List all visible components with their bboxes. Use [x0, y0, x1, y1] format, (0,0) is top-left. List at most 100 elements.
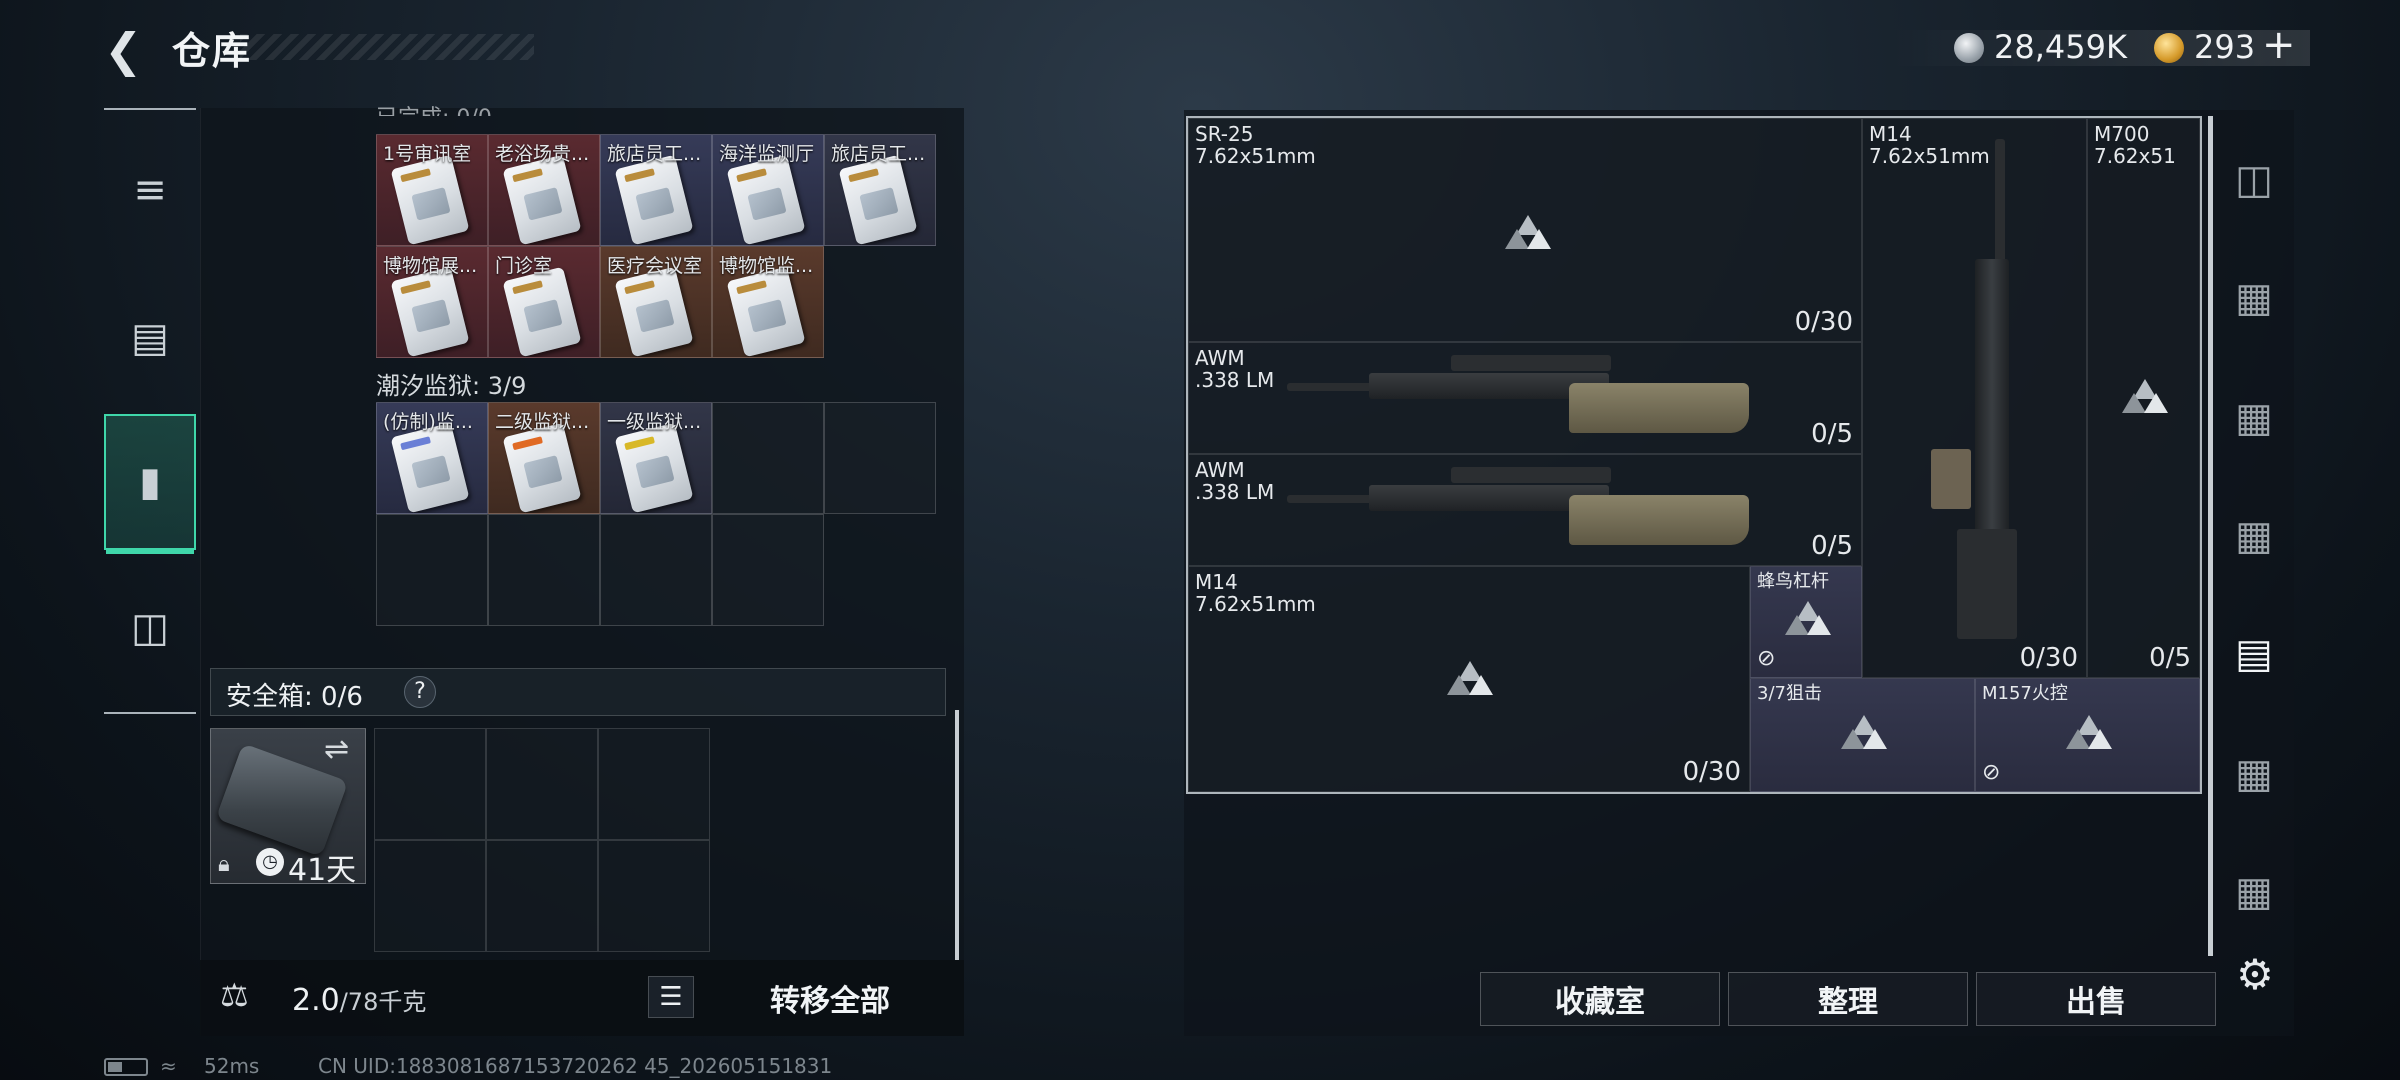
weight-icon: ⚖ [220, 976, 249, 1014]
keycard-label: 医疗会议室 [607, 255, 703, 277]
nav-backpack-icon[interactable]: ▮ [104, 414, 196, 554]
weight-current: 2.0 [292, 983, 340, 1018]
warehouse-scrollbar[interactable] [955, 710, 959, 960]
placeholder-triangles-icon [2122, 379, 2168, 413]
keycard-label: 老浴场贵... [495, 143, 590, 165]
empty-slot[interactable] [824, 402, 936, 514]
keycard-item[interactable]: 博物馆监... [712, 246, 824, 358]
keycard-label: (仿制)监... [383, 411, 473, 433]
safe-slot[interactable] [486, 728, 598, 840]
rifle-stock [1569, 383, 1749, 433]
keycard-item[interactable]: 海洋监测厅 [712, 134, 824, 246]
weapon-slot-awm-2[interactable]: AWM .338 LM 0/5 [1188, 454, 1862, 566]
section-title-partial: 已完成: 0/0 [376, 100, 492, 116]
weapon-slot-m14-bottom[interactable]: M14 7.62x51mm 0/30 [1188, 566, 1750, 792]
weapon-slot-m700[interactable]: M700 7.62x51 0/5 [2087, 118, 2200, 678]
weapon-slot-m14-vertical[interactable]: M14 7.62x51mm 0/30 [1862, 118, 2087, 678]
keycard-label: 门诊室 [495, 255, 553, 277]
empty-slot[interactable] [600, 514, 712, 626]
keycard-item[interactable]: 老浴场贵... [488, 134, 600, 246]
safe-slot[interactable] [374, 840, 486, 952]
gold-balance: 293 [2194, 28, 2256, 66]
placeholder-triangles-icon [1841, 715, 1887, 749]
transfer-all-button[interactable]: 转移全部 [700, 962, 960, 1034]
placeholder-triangles-icon [1505, 215, 1551, 249]
locker-scrollbar[interactable] [2208, 116, 2213, 956]
keycard-item[interactable]: 门诊室 [488, 246, 600, 358]
ping-label: 52ms [204, 1054, 260, 1078]
rifle-barrel [1995, 139, 2005, 269]
keycard-icon [390, 154, 470, 245]
collection-room-button[interactable]: 收藏室 [1480, 972, 1720, 1026]
locker-tab-3c-icon[interactable]: ▦ [2226, 508, 2282, 564]
keycard-label: 一级监狱... [607, 411, 702, 433]
weight-capacity: /78千克 [339, 988, 427, 1016]
back-arrow-icon[interactable]: ❮ [104, 27, 148, 73]
keycard-item[interactable]: 二级监狱... [488, 402, 600, 514]
attachment-slot-37-scope[interactable]: 3/7狙击 [1750, 678, 1975, 792]
locker-tab-3b-icon[interactable]: ▦ [2226, 390, 2282, 446]
empty-slot[interactable] [712, 402, 824, 514]
gold-coin-icon [2154, 33, 2184, 63]
keycard-grid-2: (仿制)监... 二级监狱... 一级监狱... [376, 402, 936, 626]
swap-icon[interactable]: ⇌ [324, 732, 349, 767]
weapon-name: M14 7.62x51mm [1869, 122, 1990, 168]
keycard-icon [614, 266, 694, 357]
uid-label: CN UID:1883081687153720262 45_2026051518… [318, 1054, 833, 1078]
keycard-icon [502, 422, 582, 513]
empty-slot[interactable] [488, 514, 600, 626]
locker-tab-3-icon[interactable]: ▦ [2226, 270, 2282, 326]
ammo-count: 0/5 [1811, 419, 1853, 449]
weapon-name: AWM .338 LM [1195, 346, 1275, 392]
nav-armor-icon[interactable]: ▤ [104, 270, 196, 406]
empty-slot[interactable] [376, 514, 488, 626]
keycard-item[interactable]: 一级监狱... [600, 402, 712, 514]
locker-tab-v-icon[interactable]: ▦ [2226, 746, 2282, 802]
weapon-slot-awm-1[interactable]: AWM .338 LM 0/5 [1188, 342, 1862, 454]
attachment-slot-m157[interactable]: M157火控 ⊘ [1975, 678, 2200, 792]
keycard-item[interactable]: (仿制)监... [376, 402, 488, 514]
organize-button[interactable]: 整理 [1728, 972, 1968, 1026]
keycard-label: 1号审讯室 [383, 143, 472, 165]
keycard-item[interactable]: 旅店员工... [824, 134, 936, 246]
rifle-stock [1957, 529, 2017, 639]
safe-slot[interactable] [374, 728, 486, 840]
unequipped-icon: ⊘ [1757, 646, 1776, 671]
helmet-tab-icon[interactable]: ◫ [2226, 152, 2282, 208]
wifi-icon: ≈ [160, 1054, 177, 1078]
add-currency-button[interactable]: + [2262, 22, 2296, 68]
attachment-slot-hummingbird-lever[interactable]: 蜂鸟杠杆 ⊘ [1750, 566, 1862, 678]
keycard-item[interactable]: 1号审讯室 [376, 134, 488, 246]
weapon-slot-sr25[interactable]: SR-25 7.62x51mm 0/30 [1188, 118, 1862, 342]
unequipped-icon: ⊘ [1982, 760, 2001, 785]
keycard-label: 二级监狱... [495, 411, 590, 433]
keycard-icon [614, 154, 694, 245]
keycard-label: 旅店员工... [831, 143, 926, 165]
keycard-icon [390, 266, 470, 357]
safe-slot[interactable] [598, 728, 710, 840]
safe-box-days: 41天 [288, 853, 357, 888]
nav-briefcase-icon[interactable]: ◫ [104, 560, 196, 696]
list-view-icon[interactable]: ☰ [648, 976, 694, 1018]
clock-icon: ◷ [256, 848, 284, 876]
safe-slot[interactable] [598, 840, 710, 952]
locker-tab-3d-icon[interactable]: ▦ [2226, 864, 2282, 920]
nav-gun-icon[interactable]: ≡ [104, 122, 196, 258]
help-icon[interactable]: ? [404, 676, 436, 708]
battery-icon [104, 1058, 148, 1076]
ammo-count: 0/5 [1811, 531, 1853, 561]
safe-slot[interactable] [486, 840, 598, 952]
weapon-name: M700 7.62x51 [2094, 122, 2176, 168]
empty-slot[interactable] [712, 514, 824, 626]
ammo-count: 0/30 [2019, 643, 2078, 673]
sell-button[interactable]: 出售 [1976, 972, 2216, 1026]
locker-tab-weapons-icon[interactable]: ▤ [2226, 626, 2282, 682]
gear-icon[interactable]: ⚙ [2232, 952, 2278, 998]
ammo-count: 0/30 [1794, 307, 1853, 337]
keycard-item[interactable]: 旅店员工... [600, 134, 712, 246]
keycard-item[interactable]: 博物馆展... [376, 246, 488, 358]
keycard-label: 旅店员工... [607, 143, 702, 165]
weapon-grid: SR-25 7.62x51mm 0/30 M14 7.62x51mm 0/30 M7… [1186, 116, 2202, 794]
keycard-item[interactable]: 医疗会议室 [600, 246, 712, 358]
rifle-scope [1451, 467, 1611, 483]
